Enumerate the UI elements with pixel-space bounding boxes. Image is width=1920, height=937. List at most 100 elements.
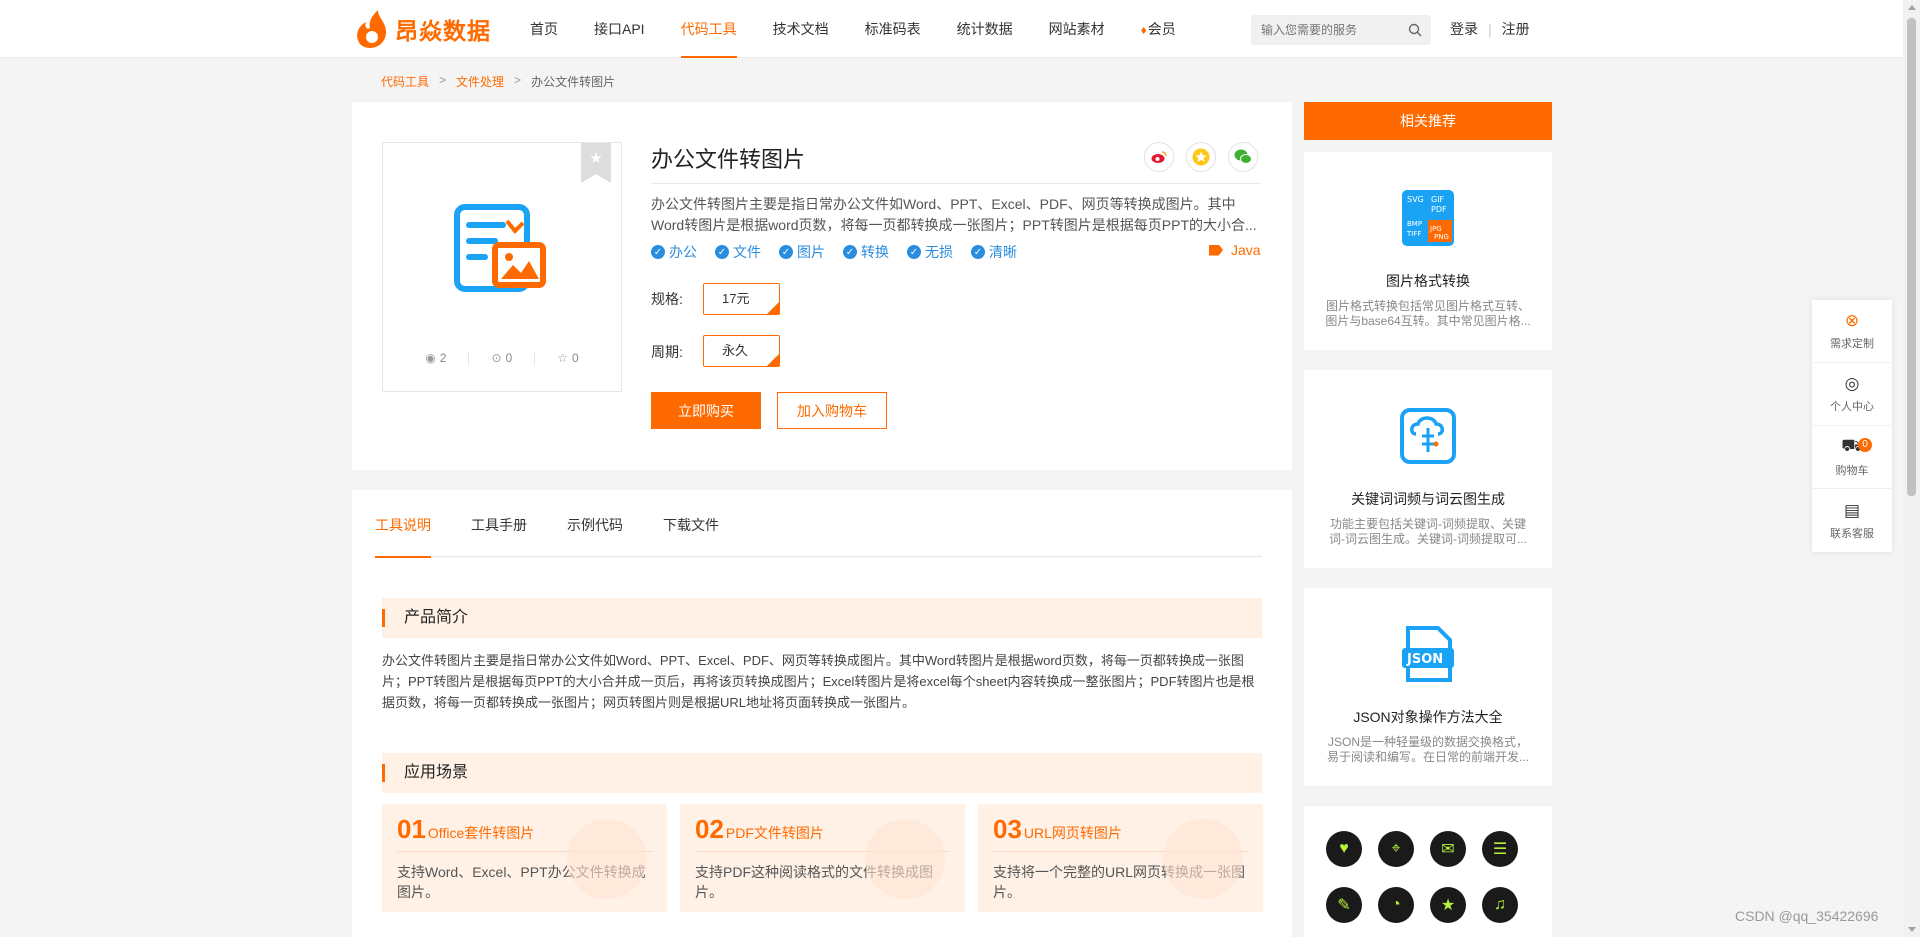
user-center-button[interactable]: ◎ 个人中心 — [1812, 363, 1892, 426]
product-title: 办公文件转图片 — [651, 147, 806, 172]
tag-label: 办公 — [669, 244, 697, 260]
scene-card: 02 PDF文件转图片 支持PDF这种阅读格式的文件转换成图片。 — [680, 804, 965, 912]
svg-text:SVG: SVG — [1407, 195, 1424, 204]
scene-number: 02 — [695, 814, 724, 844]
scene-number: 01 — [397, 814, 426, 844]
nav-statistics[interactable]: 统计数据 — [957, 0, 1013, 58]
nav-web-assets[interactable]: 网站素材 — [1049, 0, 1105, 58]
related-card-word-cloud[interactable]: 关键词词频与词云图生成 功能主要包括关键词-词频提取、关键词-词云图生成。关键词… — [1304, 370, 1552, 568]
product-description: 办公文件转图片主要是指日常办公文件如Word、PPT、Excel、PDF、网页等… — [651, 196, 1257, 233]
floating-toolbar: ⊗ 需求定制 ◎ 个人中心 ⛟ 0 购物车 ▤ 联系客服 — [1812, 300, 1892, 552]
tab-sample-code[interactable]: 示例代码 — [567, 490, 623, 557]
tag-item[interactable]: ✓ 清晰 — [971, 242, 1017, 262]
logo-flame-icon — [357, 10, 386, 48]
tag-item[interactable]: ✓ 转换 — [843, 242, 889, 262]
login-link[interactable]: 登录 — [1450, 0, 1478, 58]
custom-request-icon: ⊗ — [1844, 311, 1860, 330]
chat-bubble-icon[interactable]: ◔ — [1378, 887, 1414, 923]
favorite-star-icon[interactable] — [1186, 142, 1216, 172]
main-nav: 首页 接口API 代码工具 技术文档 标准码表 统计数据 网站素材 ♦会员 — [530, 0, 1212, 58]
language-tag[interactable]: Java — [1209, 242, 1261, 258]
tag-label: 图片 — [797, 244, 825, 260]
scene-title: Office套件转图片 — [427, 825, 535, 841]
breadcrumb-file-processing[interactable]: 文件处理 — [456, 73, 504, 90]
tag-label: 转换 — [861, 244, 889, 260]
detail-tabs: 工具说明 工具手册 示例代码 下载文件 — [375, 490, 1262, 558]
weibo-icon[interactable] — [1144, 142, 1174, 172]
search-input[interactable] — [1251, 15, 1396, 45]
tab-tool-manual[interactable]: 工具手册 — [471, 490, 527, 557]
chat-icon: ▤ — [1843, 500, 1861, 520]
tab-download-files[interactable]: 下载文件 — [663, 490, 719, 557]
scroll-up-arrow-icon[interactable] — [1908, 5, 1916, 10]
share-buttons — [1132, 142, 1258, 172]
tag-item[interactable]: ✓ 办公 — [651, 242, 697, 262]
flame-watermark-icon — [1163, 819, 1243, 899]
auth-separator: | — [1488, 21, 1492, 37]
document-edit-icon[interactable]: ✎ — [1326, 887, 1362, 923]
scene-title: PDF文件转图片 — [725, 825, 824, 841]
star-badge-icon[interactable]: ★ — [1430, 887, 1466, 923]
spec-option[interactable]: 17元 — [703, 283, 780, 315]
intro-text: 办公文件转图片主要是指日常办公文件如Word、PPT、Excel、PDF、网页等… — [382, 653, 1255, 710]
search-icon[interactable] — [1408, 23, 1422, 37]
scroll-down-arrow-icon[interactable] — [1908, 927, 1916, 932]
nav-code-tools[interactable]: 代码工具 — [680, 0, 737, 58]
heart-check-icon[interactable]: ♥ — [1326, 831, 1362, 867]
title-divider — [651, 183, 1261, 184]
user-center-label: 个人中心 — [1830, 401, 1874, 413]
custom-request-button[interactable]: ⊗ 需求定制 — [1812, 300, 1892, 363]
nav-home[interactable]: 首页 — [530, 0, 558, 58]
wechat-icon[interactable] — [1228, 142, 1258, 172]
related-card-title: 关键词词频与词云图生成 — [1351, 491, 1505, 507]
nav-standard-codes[interactable]: 标准码表 — [865, 0, 921, 58]
svg-text:BMP: BMP — [1407, 220, 1422, 228]
related-card-image-format[interactable]: SVG GIF PDF BMP TIFF JPG PNG 图片格式转换 图片格式… — [1304, 152, 1552, 350]
top-header: 昂焱数据 首页 接口API 代码工具 技术文档 标准码表 统计数据 网站素材 ♦… — [0, 0, 1903, 58]
nav-vip[interactable]: ♦会员 — [1141, 0, 1176, 58]
related-icon-grid: ♥ ⌖ ✉ ☰ ✎ ◔ ★ ♫ — [1304, 806, 1552, 937]
check-icon: ✓ — [715, 245, 729, 259]
cart-button[interactable]: ⛟ 0 购物车 — [1812, 426, 1892, 489]
page-scrollbar[interactable] — [1903, 0, 1920, 937]
breadcrumb-separator: > — [514, 73, 522, 87]
bell-icon[interactable]: ♫ — [1482, 887, 1518, 923]
customer-service-label: 联系客服 — [1830, 527, 1874, 540]
cart-label: 购物车 — [1835, 465, 1869, 477]
period-option[interactable]: 永久 — [703, 335, 780, 367]
svg-text:PDF: PDF — [1431, 205, 1447, 214]
scene-list: 01 Office套件转图片 支持Word、Excel、PPT办公文件转换成图片。… — [382, 804, 1276, 912]
flame-watermark-icon — [567, 819, 647, 899]
nav-tech-docs[interactable]: 技术文档 — [773, 0, 829, 58]
register-link[interactable]: 注册 — [1502, 0, 1530, 58]
tab-tool-description[interactable]: 工具说明 — [375, 490, 431, 558]
mail-icon[interactable]: ✉ — [1430, 831, 1466, 867]
image-format-icon: SVG GIF PDF BMP TIFF JPG PNG — [1402, 190, 1454, 246]
location-pin-icon[interactable]: ⌖ — [1378, 831, 1414, 867]
bookmark-star-icon[interactable]: ★ — [581, 143, 611, 183]
related-card-json[interactable]: JSON JSON对象操作方法大全 JSON是一种轻量级的数据交换格式，易于阅读… — [1304, 588, 1552, 786]
favorites-count: 0 — [572, 351, 579, 365]
svg-text:JSON: JSON — [1406, 652, 1443, 667]
site-logo[interactable]: 昂焱数据 — [352, 6, 491, 52]
related-card-description: 图片格式转换包括常见图片格式互转、图片与base64互转。其中常见图片格... — [1325, 299, 1531, 328]
related-card-description: 功能主要包括关键词-词频提取、关键词-词云图生成。关键词-词频提取可... — [1329, 517, 1527, 546]
tag-item[interactable]: ✓ 无损 — [907, 242, 953, 262]
buy-now-button[interactable]: 立即购买 — [651, 392, 761, 429]
customer-service-button[interactable]: ▤ 联系客服 — [1812, 489, 1892, 552]
product-thumbnail: ★ ◉ 2 ⊙ 0 ☆ 0 — [382, 142, 622, 392]
nav-api[interactable]: 接口API — [594, 0, 645, 58]
scrollbar-thumb[interactable] — [1907, 18, 1916, 496]
svg-text:PNG: PNG — [1434, 233, 1449, 241]
breadcrumb-code-tools[interactable]: 代码工具 — [381, 73, 429, 90]
breadcrumb-separator: > — [439, 73, 447, 87]
svg-text:GIF: GIF — [1431, 195, 1445, 204]
add-to-cart-button[interactable]: 加入购物车 — [777, 392, 887, 429]
tag-item[interactable]: ✓ 图片 — [779, 242, 825, 262]
user-icon: ◎ — [1844, 374, 1860, 393]
check-icon: ✓ — [779, 245, 793, 259]
document-list-icon[interactable]: ☰ — [1482, 831, 1518, 867]
section-heading-scenes: 应用场景 — [382, 753, 1262, 793]
scene-card: 03 URL网页转图片 支持将一个完整的URL网页转换成一张图片。 — [978, 804, 1263, 912]
tag-item[interactable]: ✓ 文件 — [715, 242, 761, 262]
